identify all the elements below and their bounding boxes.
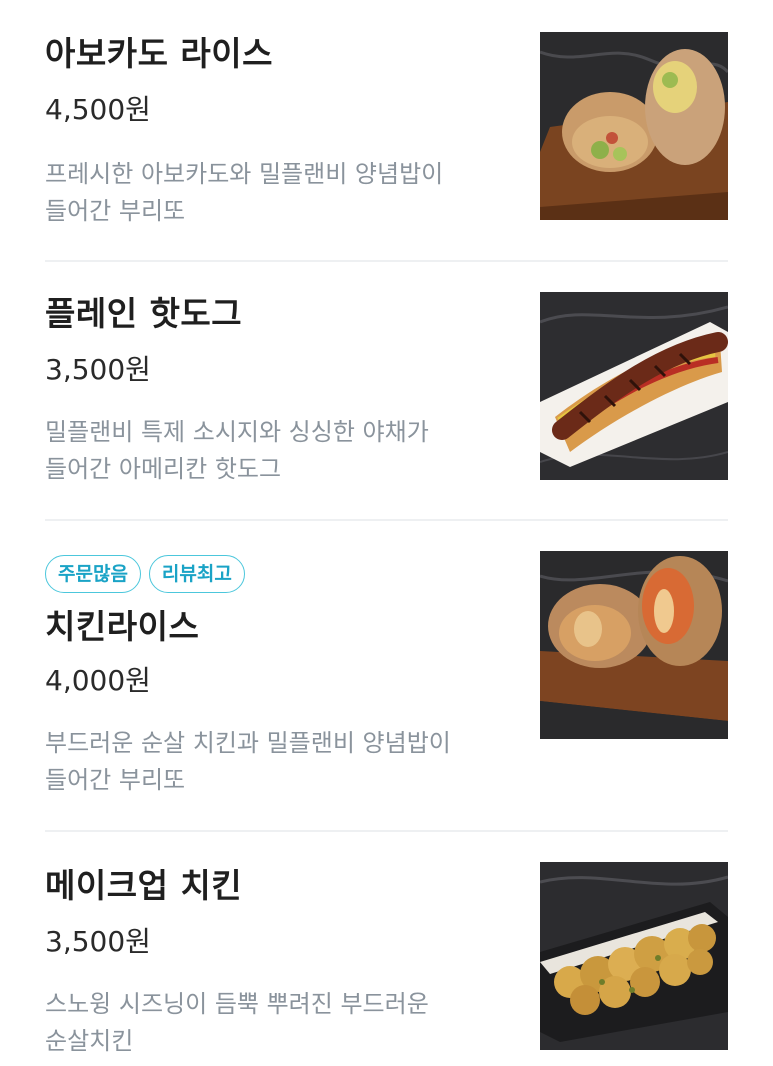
- menu-item-plain-hotdog[interactable]: 플레인 핫도그 3,500원 밀플랜비 특제 소시지와 싱싱한 야채가 들어간 …: [0, 262, 773, 520]
- menu-item-avocado-rice[interactable]: 아보카도 라이스 4,500원 프레시한 아보카도와 밀플랜비 양념밥이 들어간…: [0, 0, 773, 262]
- description-line: 부드러운 순살 치킨과 밀플랜비 양념밥이: [45, 729, 451, 757]
- description-line: 들어간 아메리칸 핫도그: [45, 455, 282, 483]
- menu-item-chicken-rice[interactable]: 주문많음 리뷰최고 치킨라이스 4,000원 부드러운 순살 치킨과 밀플랜비 …: [0, 521, 773, 831]
- fried-chicken-photo-icon[interactable]: [540, 862, 728, 1050]
- menu-item-price: 3,500원: [45, 925, 151, 958]
- menu-item-description: 프레시한 아보카도와 밀플랜비 양념밥이 들어간 부리또: [45, 156, 515, 230]
- menu-item-price: 4,500원: [45, 93, 151, 126]
- description-line: 들어간 부리또: [45, 197, 186, 225]
- burrito-image: [540, 32, 728, 220]
- menu-list: 아보카도 라이스 4,500원 프레시한 아보카도와 밀플랜비 양념밥이 들어간…: [0, 0, 773, 1066]
- menu-item-description: 스노윙 시즈닝이 듬뿍 뿌려진 부드러운 순살치킨: [45, 986, 515, 1060]
- description-line: 밀플랜비 특제 소시지와 싱싱한 야채가: [45, 418, 429, 446]
- badge-list: 주문많음 리뷰최고: [45, 555, 245, 593]
- menu-item-name: 치킨라이스: [45, 607, 200, 646]
- menu-item-name: 메이크업 치킨: [45, 866, 243, 905]
- burrito-photo-icon[interactable]: [540, 551, 728, 739]
- description-line: 스노윙 시즈닝이 듬뿍 뿌려진 부드러운: [45, 990, 429, 1018]
- fried-chicken-image: [540, 862, 728, 1050]
- menu-item-description: 부드러운 순살 치킨과 밀플랜비 양념밥이 들어간 부리또: [45, 725, 515, 799]
- description-line: 순살치킨: [45, 1027, 134, 1055]
- menu-item-name: 플레인 핫도그: [45, 294, 243, 333]
- badge-popular: 주문많음: [45, 555, 141, 593]
- burrito-photo-icon[interactable]: [540, 32, 728, 220]
- badge-best-review: 리뷰최고: [148, 555, 245, 593]
- description-line: 들어간 부리또: [45, 766, 186, 794]
- menu-item-description: 밀플랜비 특제 소시지와 싱싱한 야채가 들어간 아메리칸 핫도그: [45, 414, 515, 488]
- description-line: 프레시한 아보카도와 밀플랜비 양념밥이: [45, 160, 444, 188]
- menu-item-name: 아보카도 라이스: [45, 34, 274, 73]
- chicken-burrito-image: [540, 551, 728, 739]
- menu-item-price: 3,500원: [45, 353, 151, 386]
- menu-item-price: 4,000원: [45, 664, 151, 697]
- menu-item-makeup-chicken[interactable]: 메이크업 치킨 3,500원 스노윙 시즈닝이 듬뿍 뿌려진 부드러운 순살치킨: [0, 832, 773, 1066]
- hotdog-photo-icon[interactable]: [540, 292, 728, 480]
- hotdog-image: [540, 292, 728, 480]
